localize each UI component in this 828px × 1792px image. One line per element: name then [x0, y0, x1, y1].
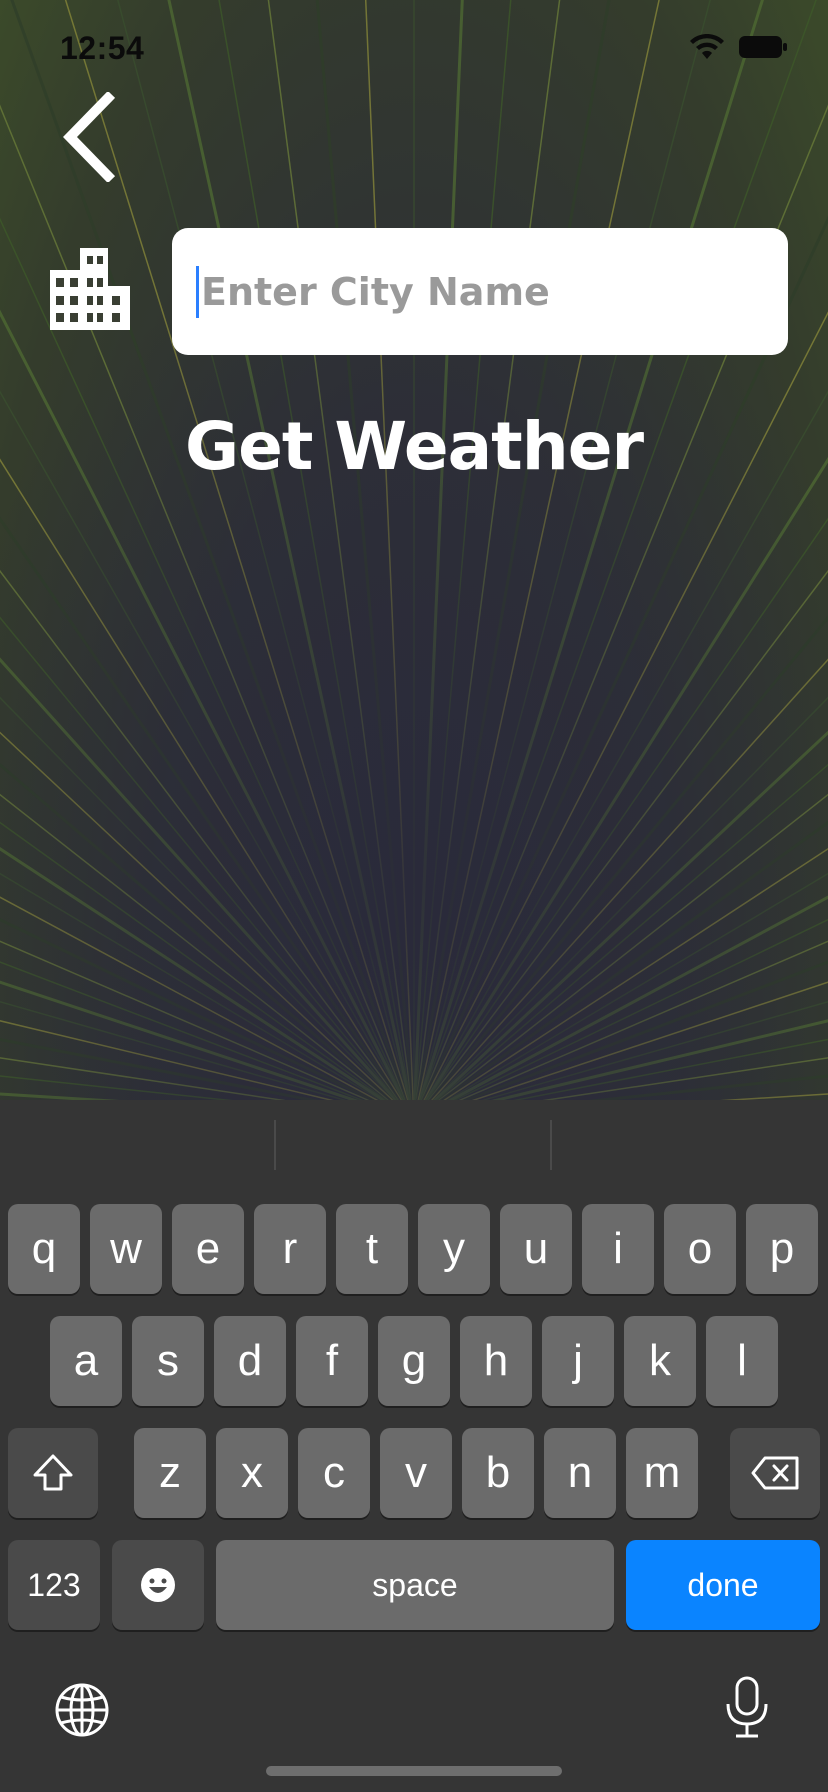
- key-u[interactable]: u: [500, 1204, 572, 1294]
- status-time: 12:54: [60, 30, 145, 66]
- key-b[interactable]: b: [462, 1428, 534, 1518]
- key-f[interactable]: f: [296, 1316, 368, 1406]
- dictation-key[interactable]: [724, 1676, 770, 1745]
- numbers-key[interactable]: 123: [8, 1540, 100, 1630]
- backspace-key[interactable]: [730, 1428, 820, 1518]
- city-name-field[interactable]: [172, 228, 788, 355]
- done-key[interactable]: done: [626, 1540, 820, 1630]
- microphone-icon: [726, 1676, 768, 1738]
- key-l[interactable]: l: [706, 1316, 778, 1406]
- emoji-icon: [141, 1568, 175, 1602]
- status-icons: [690, 34, 788, 60]
- key-z[interactable]: z: [134, 1428, 206, 1518]
- globe-key[interactable]: [54, 1682, 110, 1743]
- key-e[interactable]: e: [172, 1204, 244, 1294]
- background-image: [0, 0, 828, 1100]
- suggestion-bar: [0, 1100, 828, 1200]
- get-weather-button[interactable]: Get Weather: [0, 408, 828, 485]
- key-d[interactable]: d: [214, 1316, 286, 1406]
- space-key[interactable]: space: [216, 1540, 614, 1630]
- key-s[interactable]: s: [132, 1316, 204, 1406]
- key-k[interactable]: k: [624, 1316, 696, 1406]
- key-o[interactable]: o: [664, 1204, 736, 1294]
- wifi-icon: [690, 34, 724, 59]
- key-x[interactable]: x: [216, 1428, 288, 1518]
- key-m[interactable]: m: [626, 1428, 698, 1518]
- key-r[interactable]: r: [254, 1204, 326, 1294]
- key-c[interactable]: c: [298, 1428, 370, 1518]
- battery-icon: [739, 36, 787, 58]
- keyboard: qwertyuiop asdfghjkl zxcvbnm 123 space d…: [0, 1100, 828, 1792]
- key-a[interactable]: a: [50, 1316, 122, 1406]
- key-y[interactable]: y: [418, 1204, 490, 1294]
- key-w[interactable]: w: [90, 1204, 162, 1294]
- suggestion-divider: [274, 1120, 276, 1170]
- key-v[interactable]: v: [380, 1428, 452, 1518]
- text-caret: [196, 265, 199, 318]
- backspace-icon: [751, 1456, 799, 1490]
- globe-icon: [55, 1683, 109, 1737]
- emoji-key[interactable]: [112, 1540, 204, 1630]
- home-indicator: [266, 1766, 562, 1776]
- shift-icon: [33, 1454, 73, 1491]
- background-vignette: [0, 0, 828, 1100]
- key-i[interactable]: i: [582, 1204, 654, 1294]
- key-q[interactable]: q: [8, 1204, 80, 1294]
- key-t[interactable]: t: [336, 1204, 408, 1294]
- city-icon: [50, 248, 130, 330]
- chevron-left-icon: [63, 90, 116, 184]
- key-p[interactable]: p: [746, 1204, 818, 1294]
- key-n[interactable]: n: [544, 1428, 616, 1518]
- city-name-input[interactable]: [201, 269, 761, 314]
- key-j[interactable]: j: [542, 1316, 614, 1406]
- suggestion-divider: [550, 1120, 552, 1170]
- back-button[interactable]: [58, 90, 118, 184]
- shift-key[interactable]: [8, 1428, 98, 1518]
- key-h[interactable]: h: [460, 1316, 532, 1406]
- key-g[interactable]: g: [378, 1316, 450, 1406]
